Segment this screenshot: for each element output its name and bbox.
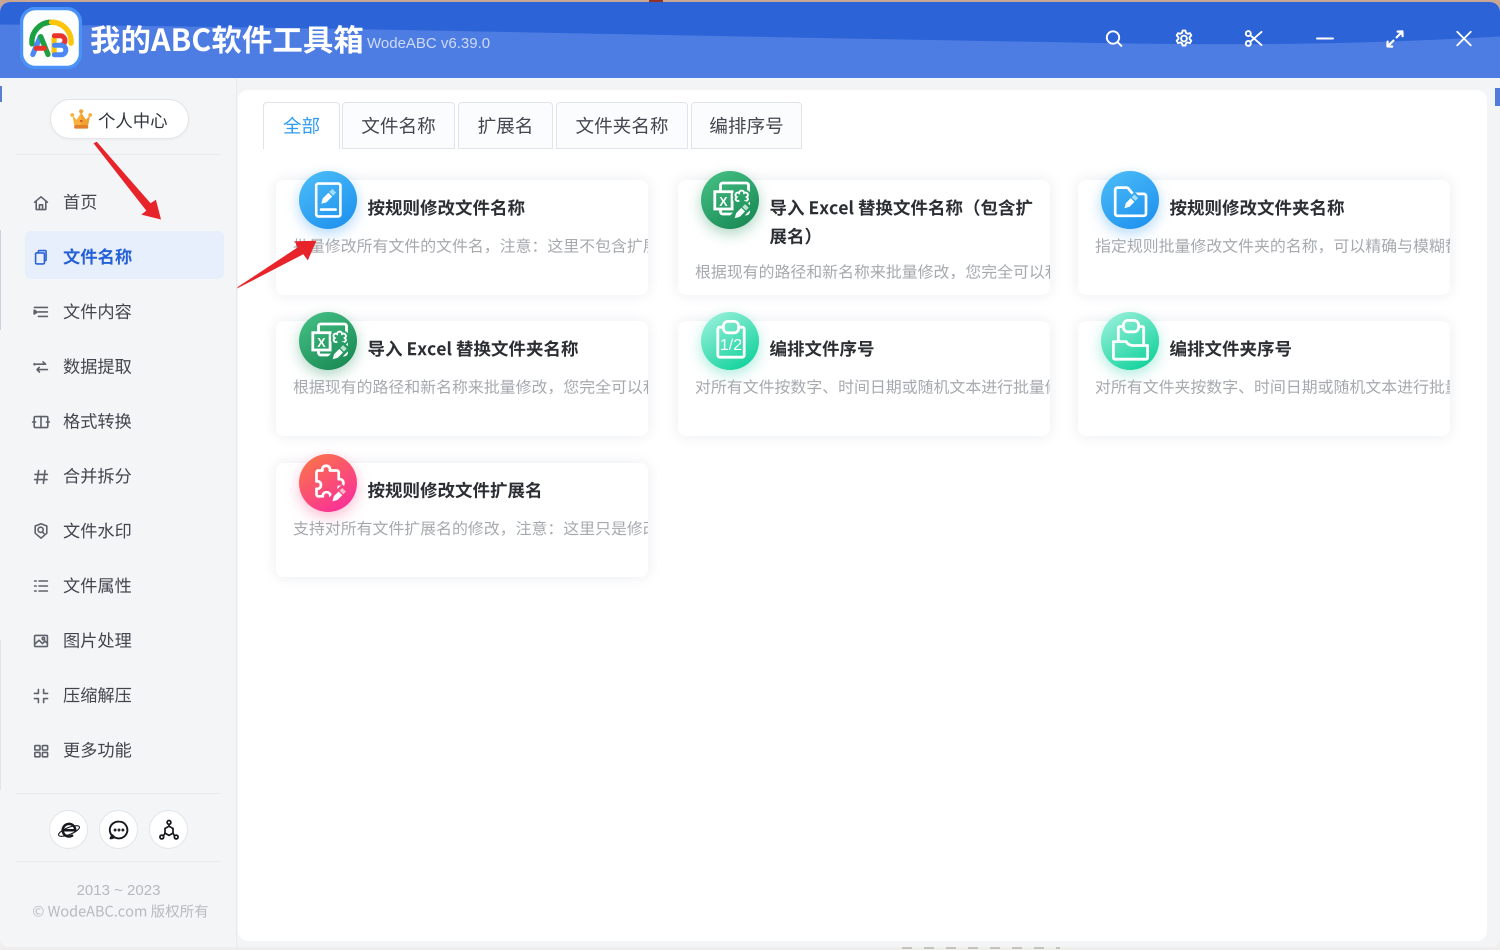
svg-text:X: X: [317, 336, 326, 350]
svg-text:1/2: 1/2: [719, 337, 741, 354]
svg-text:X: X: [719, 195, 728, 209]
